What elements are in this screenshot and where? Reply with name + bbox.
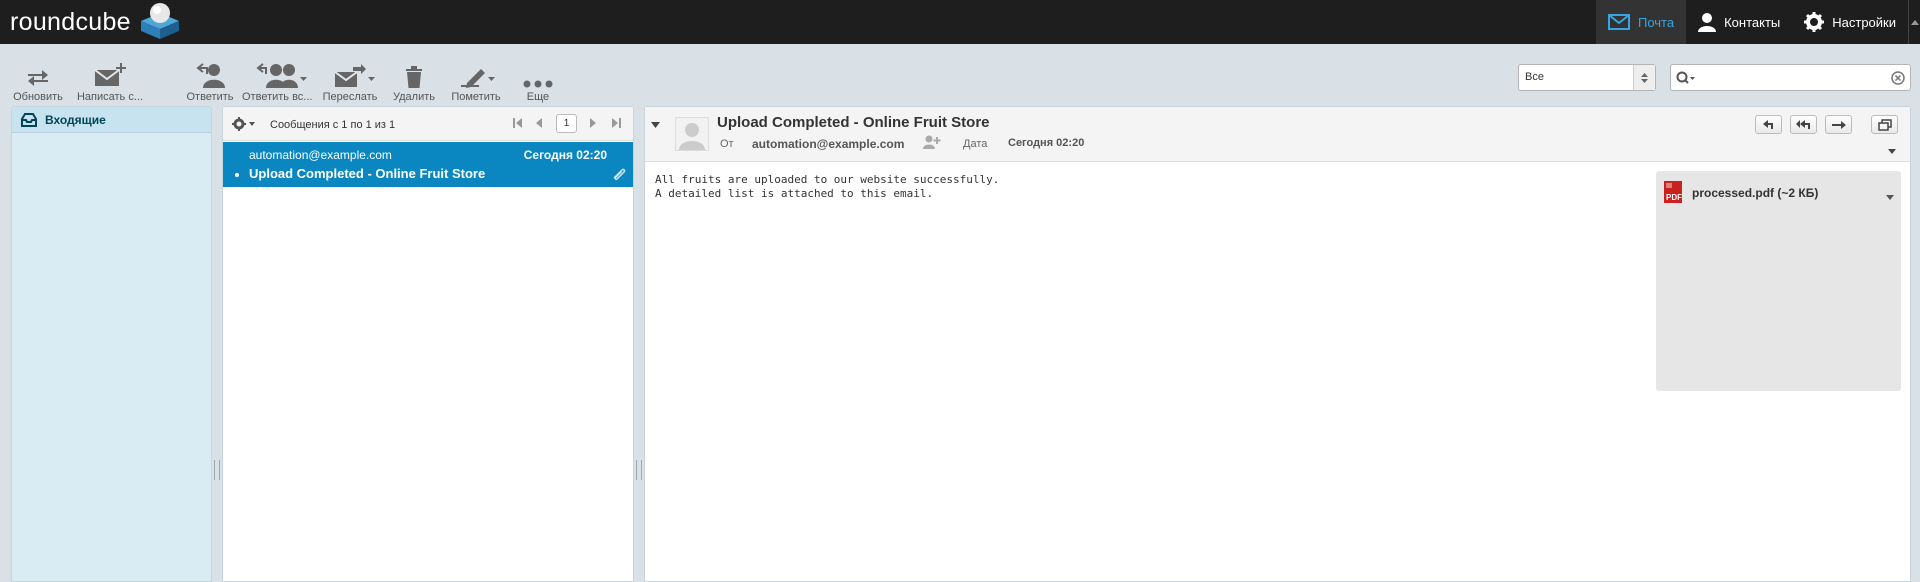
sender-address-link[interactable]: automation@example.com [752, 137, 904, 151]
nav-settings[interactable]: Настройки [1792, 0, 1908, 44]
nav-settings-label: Настройки [1832, 14, 1896, 30]
more-label: Еще [526, 91, 550, 103]
logo-text: roundcube [10, 7, 131, 36]
reply-all-small-button[interactable] [1790, 115, 1817, 134]
message-row[interactable]: automation@example.com Сегодня 02:20 Upl… [223, 142, 633, 187]
delete-button[interactable]: Удалить [390, 58, 438, 104]
caret-down-icon [487, 77, 495, 81]
person-icon [1698, 13, 1717, 32]
contact-avatar [675, 117, 709, 151]
delete-label: Удалить [393, 91, 435, 103]
reply-person-icon [196, 63, 225, 88]
nav-contacts-label: Контакты [1724, 14, 1781, 30]
topnav-menu-toggle[interactable] [1908, 0, 1920, 44]
list-pane-splitter[interactable] [636, 460, 642, 480]
forward-arrow-icon [1831, 120, 1846, 129]
headers-expand-icon[interactable] [1888, 143, 1896, 157]
search-input[interactable] [1670, 64, 1911, 91]
reply-all-people-icon [256, 63, 298, 88]
open-new-window-button[interactable] [1871, 115, 1898, 134]
gear-icon [1804, 12, 1825, 32]
compose-label: Написать с... [76, 91, 144, 103]
refresh-arrows-icon [28, 70, 48, 86]
message-from: automation@example.com [249, 148, 392, 162]
list-options-gear-icon[interactable] [232, 117, 256, 134]
from-label: От [720, 138, 734, 150]
message-subject: Upload Completed - Online Fruit Store [249, 166, 486, 181]
unread-dot-icon [235, 173, 239, 177]
caret-down-icon [299, 77, 307, 81]
attachment-item[interactable]: PDF processed.pdf (~2 КБ) [1664, 181, 1894, 205]
search-options-icon[interactable] [1676, 71, 1696, 88]
message-list-header: Сообщения с 1 по 1 из 1 1 [223, 107, 633, 141]
folder-list: Входящие [11, 106, 212, 582]
top-bar: roundcube Почта Контакты Настройки [0, 0, 1920, 44]
cube-logo-icon [140, 3, 179, 39]
search-clear-icon[interactable] [1891, 71, 1905, 88]
new-window-icon [1877, 118, 1892, 131]
first-page-icon[interactable] [513, 118, 522, 131]
mark-dropdown[interactable] [486, 72, 496, 86]
caret-up-icon [1910, 19, 1919, 25]
forward-small-button[interactable] [1825, 115, 1852, 134]
paperclip-icon [611, 167, 627, 184]
next-page-icon[interactable] [590, 118, 596, 131]
attachment-menu-icon[interactable] [1886, 189, 1894, 203]
envelope-icon [1607, 14, 1630, 30]
reply-small-button[interactable] [1755, 115, 1782, 134]
caret-down-icon [367, 77, 375, 81]
preview-subject: Upload Completed - Online Fruit Store [717, 114, 990, 131]
roundcube-logo[interactable]: roundcube [10, 0, 183, 44]
date-label: Дата [963, 138, 988, 150]
pdf-file-icon: PDF [1664, 181, 1682, 203]
header-collapse-icon[interactable] [651, 117, 660, 131]
reply-all-arrow-icon [1795, 119, 1810, 129]
svg-text:PDF: PDF [1666, 193, 1682, 202]
inbox-tray-icon [21, 112, 37, 127]
trash-icon [406, 66, 422, 88]
refresh-button[interactable]: Обновить [12, 58, 64, 104]
refresh-label: Обновить [13, 91, 63, 103]
message-date: Сегодня 02:20 [523, 148, 607, 162]
nav-contacts[interactable]: Контакты [1686, 0, 1792, 44]
previous-page-icon[interactable] [536, 118, 542, 131]
message-body: All fruits are uploaded to our website s… [655, 173, 1000, 200]
message-preview: Upload Completed - Online Fruit Store От… [644, 106, 1911, 582]
reply-label: Ответить [186, 91, 234, 103]
nav-mail-label: Почта [1637, 14, 1675, 30]
filter-selected-value: Все [1525, 71, 1544, 83]
nav-mail[interactable]: Почта [1595, 0, 1687, 44]
message-filter-select[interactable]: Все [1518, 64, 1656, 91]
message-list: Сообщения с 1 по 1 из 1 1 automation@exa… [222, 106, 634, 582]
attachments-panel: PDF processed.pdf (~2 КБ) [1656, 171, 1901, 391]
message-count-text: Сообщения с 1 по 1 из 1 [270, 119, 396, 131]
select-arrows-icon [1633, 65, 1655, 90]
last-page-icon[interactable] [612, 118, 621, 131]
forward-label: Переслать [322, 91, 378, 103]
reply-button[interactable]: Ответить [186, 58, 234, 104]
compose-envelope-icon [94, 63, 126, 86]
avatar-silhouette-icon [676, 118, 708, 150]
preview-header: Upload Completed - Online Fruit Store От… [645, 107, 1910, 162]
message-date-value: Сегодня 02:20 [1008, 137, 1085, 149]
folder-inbox[interactable]: Входящие [12, 107, 211, 133]
top-navigation: Почта Контакты Настройки [1595, 0, 1920, 44]
more-button[interactable]: Еще [514, 58, 562, 104]
reply-all-label: Ответить вс... [242, 91, 313, 103]
forward-dropdown[interactable] [366, 72, 376, 86]
reply-all-dropdown[interactable] [298, 72, 308, 86]
folder-inbox-label: Входящие [45, 112, 106, 127]
attachment-name: processed.pdf (~2 КБ) [1692, 186, 1819, 200]
page-number-input[interactable]: 1 [556, 114, 577, 133]
add-contact-icon[interactable] [923, 135, 941, 152]
more-dots-icon [523, 80, 553, 88]
mark-label: Пометить [451, 91, 501, 103]
folder-pane-splitter[interactable] [214, 460, 220, 480]
reply-arrow-icon [1762, 119, 1773, 129]
compose-button[interactable]: Написать с... [74, 58, 146, 104]
forward-envelope-icon [334, 64, 366, 87]
